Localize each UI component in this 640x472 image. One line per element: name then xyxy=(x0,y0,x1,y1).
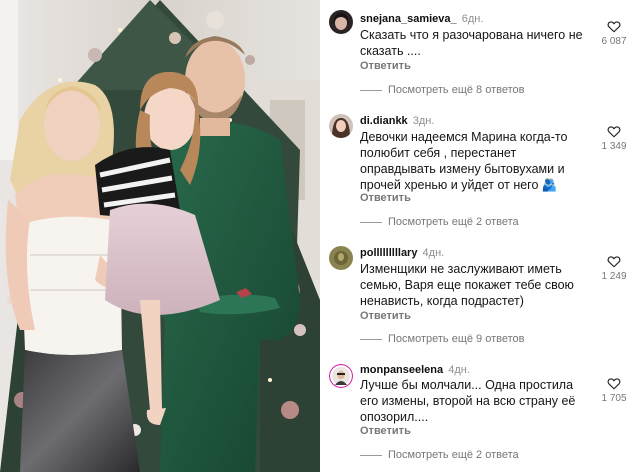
like-button[interactable]: 6 087 xyxy=(598,20,630,47)
like-count: 1 349 xyxy=(601,141,627,152)
hugging-emoji: 🫂 xyxy=(541,178,558,192)
comment-header: di.diankk 3дн. xyxy=(360,114,434,128)
reply-button[interactable]: Ответить xyxy=(360,192,411,204)
heart-outline-icon xyxy=(607,21,621,33)
view-replies-link[interactable]: Посмотреть ещё 2 ответа xyxy=(360,216,519,228)
family-christmas-photo xyxy=(0,0,320,472)
comment-item: polllllllllary 4дн. Изменщики не заслужи… xyxy=(320,244,640,348)
avatar[interactable] xyxy=(329,10,353,34)
username[interactable]: di.diankk xyxy=(360,115,408,127)
timestamp: 4дн. xyxy=(422,247,445,259)
divider xyxy=(360,221,382,223)
comment-text: Изменщики не заслуживают иметь семью, Ва… xyxy=(360,262,574,308)
like-button[interactable]: 1 705 xyxy=(598,377,630,404)
divider xyxy=(360,338,382,340)
like-count: 1 705 xyxy=(601,393,627,404)
avatar-woman-icon xyxy=(329,114,353,138)
timestamp: 6дн. xyxy=(461,13,484,25)
comment-item: snejana_samieva_ 6дн. Сказать что я разо… xyxy=(320,0,640,118)
view-replies-link[interactable]: Посмотреть ещё 8 ответов xyxy=(360,84,524,96)
comments-panel: snejana_samieva_ 6дн. Сказать что я разо… xyxy=(320,0,640,472)
view-replies-label: Посмотреть ещё 8 ответов xyxy=(388,84,525,96)
view-replies-link[interactable]: Посмотреть ещё 2 ответа xyxy=(360,449,519,461)
reply-button[interactable]: Ответить xyxy=(360,60,411,72)
comment-text-body: Девочки надеемся Марина когда-то полюбит… xyxy=(360,130,568,192)
post-photo xyxy=(0,0,320,472)
comment-item: monpanseelena 4дн. Лучше бы молчали... О… xyxy=(320,360,640,472)
timestamp: 4дн. xyxy=(448,364,470,376)
heart-outline-icon xyxy=(607,256,621,268)
avatar-olive-icon xyxy=(329,246,353,270)
divider xyxy=(360,89,382,91)
timestamp: 3дн. xyxy=(412,115,435,127)
comment-text: Девочки надеемся Марина когда-то полюбит… xyxy=(360,129,592,193)
comment-header: polllllllllary 4дн. xyxy=(360,246,444,260)
avatar-story-ring-icon xyxy=(329,364,353,388)
divider xyxy=(360,454,382,456)
heart-outline-icon xyxy=(607,378,621,390)
post-screen: snejana_samieva_ 6дн. Сказать что я разо… xyxy=(0,0,640,472)
reply-button[interactable]: Ответить xyxy=(360,425,411,437)
reply-button[interactable]: Ответить xyxy=(360,310,411,322)
avatar[interactable] xyxy=(329,114,353,138)
like-button[interactable]: 1 349 xyxy=(598,125,630,152)
like-button[interactable]: 1 249 xyxy=(598,255,630,282)
avatar-dark-hair-icon xyxy=(329,10,353,34)
view-replies-label: Посмотреть ещё 2 ответа xyxy=(388,216,519,228)
view-replies-label: Посмотреть ещё 9 ответов xyxy=(388,333,525,345)
avatar[interactable] xyxy=(329,364,353,388)
view-replies-label: Посмотреть ещё 2 ответа xyxy=(388,449,519,461)
like-count: 6 087 xyxy=(601,36,627,47)
comment-item: di.diankk 3дн. Девочки надеемся Марина к… xyxy=(320,112,640,234)
like-count: 1 249 xyxy=(601,271,627,282)
username[interactable]: monpanseelena xyxy=(360,364,443,376)
comment-header: monpanseelena 4дн. xyxy=(360,363,470,377)
comment-text: Сказать что я разочарована ничего не ска… xyxy=(360,28,583,58)
comment-header: snejana_samieva_ 6дн. xyxy=(360,12,483,26)
username[interactable]: polllllllllary xyxy=(360,247,417,259)
avatar[interactable] xyxy=(329,246,353,270)
view-replies-link[interactable]: Посмотреть ещё 9 ответов xyxy=(360,333,524,345)
username[interactable]: snejana_samieva_ xyxy=(360,13,457,25)
heart-outline-icon xyxy=(607,126,621,138)
comment-text: Лучше бы молчали... Одна простила его из… xyxy=(360,378,576,424)
